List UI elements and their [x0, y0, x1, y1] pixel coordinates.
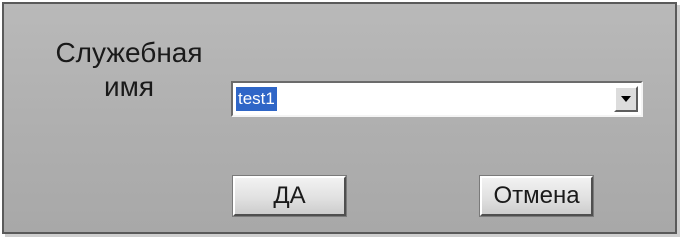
label-line-1: Служебная: [55, 37, 203, 68]
label-line-2: имя: [103, 71, 155, 102]
combobox-selected-value: test1: [236, 87, 277, 111]
service-name-dialog: Служебная имя test1 ДА Отмена: [2, 2, 677, 234]
service-name-combobox[interactable]: test1: [231, 81, 643, 117]
cancel-button[interactable]: Отмена: [479, 175, 594, 217]
dropdown-button[interactable]: [614, 86, 638, 112]
service-name-label: Служебная имя: [34, 36, 224, 104]
chevron-down-icon: [621, 96, 631, 102]
ok-button[interactable]: ДА: [232, 175, 347, 217]
